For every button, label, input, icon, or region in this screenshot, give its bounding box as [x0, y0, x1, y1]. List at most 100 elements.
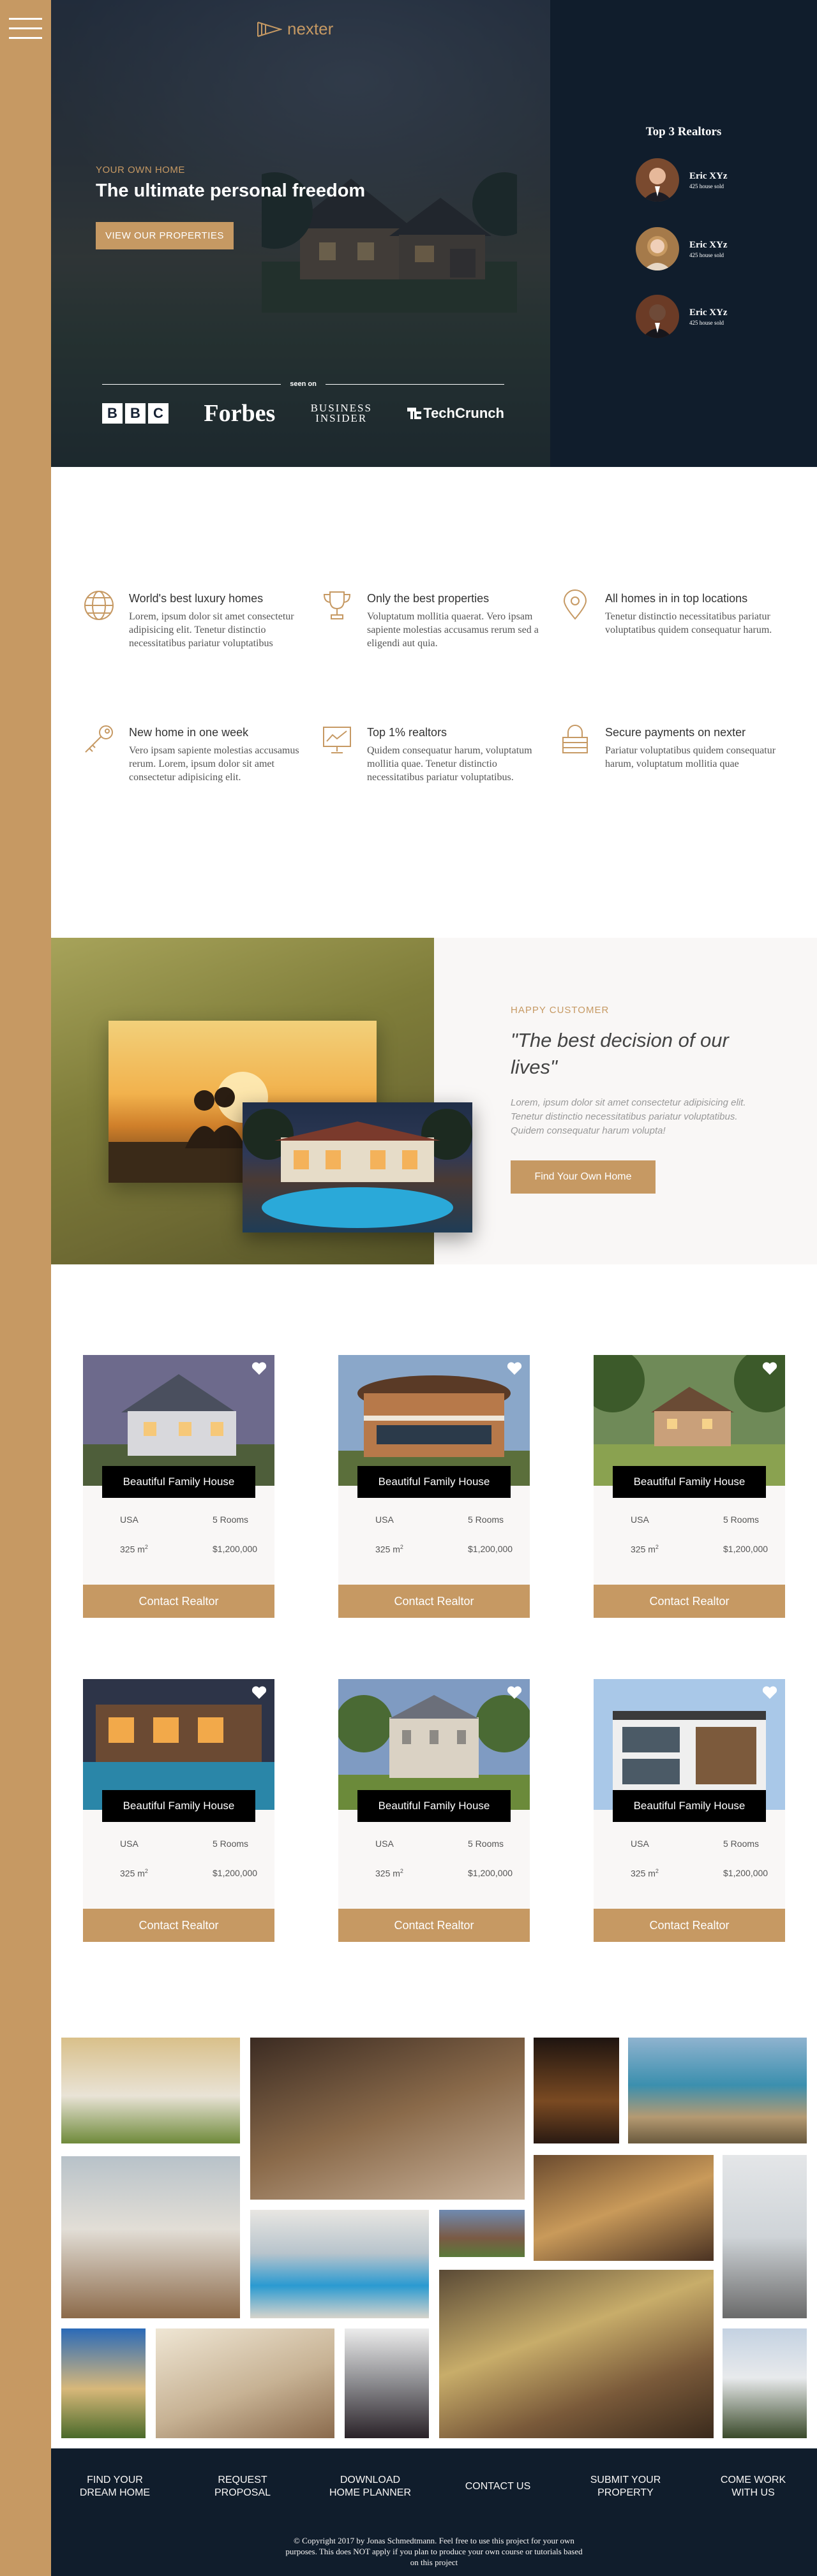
heart-icon[interactable] [762, 1361, 777, 1375]
story-house-pool-image [243, 1102, 472, 1232]
home-area: 325 m2 [120, 1868, 148, 1879]
realtor-name: Eric XYz [689, 307, 728, 318]
home-rooms: 5 Rooms [213, 1839, 249, 1849]
home-card: Beautiful Family House USA 5 Rooms 325 m2… [338, 1355, 530, 1618]
home-name: Beautiful Family House [357, 1466, 511, 1498]
home-rooms: 5 Rooms [468, 1839, 504, 1849]
home-name: Beautiful Family House [102, 1790, 255, 1822]
contact-realtor-button[interactable]: Contact Realtor [594, 1909, 785, 1942]
feature-text: Lorem, ipsum dolor sit amet consectetur … [129, 611, 294, 649]
contact-realtor-button[interactable]: Contact Realtor [338, 1585, 530, 1618]
feature-text: Voluptatum mollitia quaerat. Vero ipsam … [367, 611, 539, 649]
footer-link-contact[interactable]: Contact us [453, 2474, 543, 2499]
footer-link-submit-property[interactable]: Submit your property [581, 2474, 670, 2499]
story-title: "The best decision of our lives" [511, 1029, 729, 1078]
home-name: Beautiful Family House [613, 1466, 766, 1498]
feature-text: Tenetur distinctio necessitatibus pariat… [605, 611, 772, 635]
feature-title: Top 1% realtors [367, 726, 447, 739]
home-area: 325 m2 [631, 1544, 659, 1555]
footer: Find your dream home Request proposal Down… [51, 2448, 817, 2576]
view-properties-button[interactable]: View our properties [96, 222, 234, 249]
footer-link-find-home[interactable]: Find your dream home [70, 2474, 160, 2499]
heart-icon[interactable] [251, 1361, 267, 1375]
home-rooms: 5 Rooms [723, 1839, 760, 1849]
home-price: $1,200,000 [723, 1544, 768, 1554]
story-subtitle: Happy Customer [511, 1005, 610, 1016]
avatar [636, 295, 679, 338]
home-price: $1,200,000 [723, 1868, 768, 1878]
gallery-image [534, 2038, 619, 2143]
home-area: 325 m2 [375, 1868, 403, 1879]
home-rooms: 5 Rooms [213, 1514, 249, 1525]
gallery-image [61, 2156, 240, 2318]
home-card: Beautiful Family House USA 5 Rooms 325 m2… [83, 1679, 274, 1942]
home-area: 325 m2 [631, 1868, 659, 1879]
home-card: Beautiful Family House USA 5 Rooms 325 m2… [83, 1355, 274, 1618]
realtors-title: Top 3 Realtors [645, 125, 722, 138]
footer-link-request-proposal[interactable]: Request proposal [198, 2474, 287, 2499]
gallery-image [61, 2328, 146, 2438]
heart-icon[interactable] [762, 1685, 777, 1699]
realtor-name: Eric XYz [689, 239, 728, 250]
realtor-sold: 425 house sold [689, 182, 724, 189]
feature-title: Secure payments on nexter [605, 726, 746, 739]
key-icon [85, 725, 113, 753]
footer-nav: Find your dream home Request proposal Down… [51, 2474, 817, 2499]
gallery-image [628, 2038, 807, 2143]
home-rooms: 5 Rooms [723, 1514, 760, 1525]
avatar [636, 158, 679, 202]
forbes-logo: Forbes [204, 400, 276, 427]
home-location: USA [375, 1839, 394, 1849]
home-location: USA [631, 1839, 649, 1849]
footer-link-work-with-us[interactable]: Come work with us [708, 2474, 798, 2499]
seen-on: seen on BBC Forbes BUSINESS INSIDER Tech… [102, 380, 505, 427]
home-price: $1,200,000 [468, 1544, 513, 1554]
heart-icon[interactable] [507, 1361, 522, 1375]
home-area: 325 m2 [120, 1544, 148, 1555]
gallery-image [534, 2155, 714, 2261]
home-location: USA [120, 1839, 139, 1849]
feature-text: Vero ipsam sapiente molestias accusamus … [129, 745, 299, 783]
header-title: The ultimate personal freedom [96, 181, 366, 201]
home-rooms: 5 Rooms [468, 1514, 504, 1525]
home-location: USA [631, 1514, 649, 1525]
map-pin-icon [563, 589, 587, 620]
menu-icon[interactable] [9, 18, 42, 40]
business-insider-logo: BUSINESS INSIDER [310, 402, 372, 424]
heart-icon[interactable] [507, 1685, 522, 1699]
realtor-item[interactable]: Eric XYz 425 house sold [636, 227, 728, 270]
seen-on-label: seen on [290, 380, 317, 388]
realtor-sold: 425 house sold [689, 251, 724, 258]
contact-realtor-button[interactable]: Contact Realtor [83, 1585, 274, 1618]
feature-title: Only the best properties [367, 592, 490, 605]
home-name: Beautiful Family House [613, 1790, 766, 1822]
copyright: © Copyright 2017 by Jonas Schmedtmann. F… [285, 2536, 583, 2567]
home-card: Beautiful Family House USA 5 Rooms 325 m2… [594, 1355, 785, 1618]
contact-realtor-button[interactable]: Contact Realtor [338, 1909, 530, 1942]
contact-realtor-button[interactable]: Contact Realtor [83, 1909, 274, 1942]
home-area: 325 m2 [375, 1544, 403, 1555]
realtors-panel: Top 3 Realtors Eric XYz 425 house sold E… [550, 0, 817, 467]
logo-icon [257, 21, 282, 37]
find-home-button[interactable]: Find Your Own Home [511, 1160, 656, 1194]
gallery-image [156, 2328, 334, 2438]
home-card: Beautiful Family House USA 5 Rooms 325 m2… [594, 1679, 785, 1942]
gallery-image [439, 2210, 525, 2257]
header: nexter Your own home The ultimate person… [51, 0, 550, 467]
home-price: $1,200,000 [213, 1868, 258, 1878]
logo[interactable]: nexter [257, 19, 333, 39]
realtor-item[interactable]: Eric XYz 425 house sold [636, 158, 728, 202]
contact-realtor-button[interactable]: Contact Realtor [594, 1585, 785, 1618]
footer-link-download-planner[interactable]: Download home planner [326, 2474, 415, 2499]
header-subtitle: Your own home [96, 165, 185, 175]
realtor-name: Eric XYz [689, 170, 728, 181]
techcrunch-logo: TechCrunch [407, 405, 504, 422]
gallery-image [439, 2270, 714, 2438]
realtor-item[interactable]: Eric XYz 425 house sold [636, 295, 728, 338]
feature-title: All homes in in top locations [605, 592, 748, 605]
heart-icon[interactable] [251, 1685, 267, 1699]
chart-icon [323, 727, 351, 753]
gallery-image [61, 2038, 240, 2143]
home-name: Beautiful Family House [102, 1466, 255, 1498]
trophy-icon [323, 591, 351, 619]
